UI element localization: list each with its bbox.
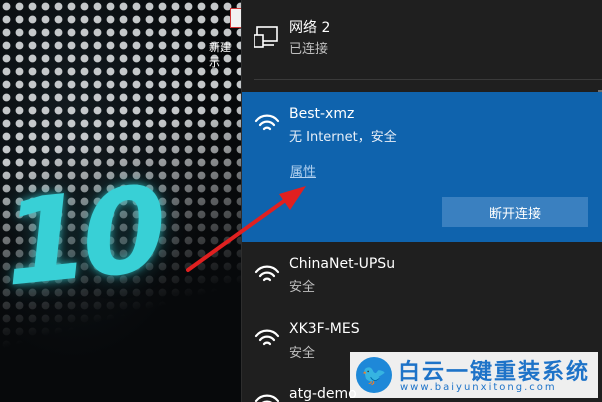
- network-status: 安全: [289, 280, 316, 295]
- ethernet-icon: [253, 26, 280, 48]
- properties-link[interactable]: 属性: [290, 161, 316, 180]
- desktop-file-label-line2: 示: [209, 56, 220, 69]
- wifi-icon: [254, 390, 280, 402]
- network-name: Best-xmz: [289, 106, 355, 122]
- bird-icon: 🐦: [356, 357, 392, 393]
- network-name: 网络 2: [289, 20, 331, 36]
- network-flyout: 网络 2 已连接 Best-xmz 无 Internet，安全 属性 断开连接 …: [241, 0, 602, 402]
- watermark-url: www.baiyunxitong.com: [400, 382, 557, 393]
- desktop-file-shortcut[interactable]: 新建 示: [207, 4, 241, 70]
- network-status: 已连接: [289, 42, 329, 57]
- disconnect-button[interactable]: 断开连接: [442, 197, 588, 227]
- wifi-icon: [254, 261, 280, 283]
- desktop-file-label: 新建 示: [209, 40, 241, 70]
- network-item-wired[interactable]: 网络 2 已连接: [242, 0, 602, 80]
- wifi-icon: [254, 325, 280, 347]
- network-name: XK3F-MES: [289, 321, 360, 337]
- network-name: ChinaNet-UPSu: [289, 256, 396, 272]
- windows-10-logo: 10: [0, 160, 168, 315]
- file-icon: [230, 8, 241, 28]
- network-status: 无 Internet，安全: [289, 130, 397, 145]
- separator: [254, 79, 602, 80]
- network-status: 安全: [289, 346, 316, 361]
- network-name: atg-demo: [289, 386, 357, 402]
- network-item[interactable]: ChinaNet-UPSu 安全: [242, 244, 602, 304]
- wifi-icon: [254, 110, 280, 132]
- watermark: 🐦 白云一键重装系统 www.baiyunxitong.com: [350, 352, 598, 398]
- network-item-active[interactable]: Best-xmz 无 Internet，安全 属性 断开连接: [242, 92, 602, 242]
- desktop-file-label-line1: 新建: [209, 41, 231, 54]
- desktop-wallpaper: 10 新建 示: [0, 0, 241, 402]
